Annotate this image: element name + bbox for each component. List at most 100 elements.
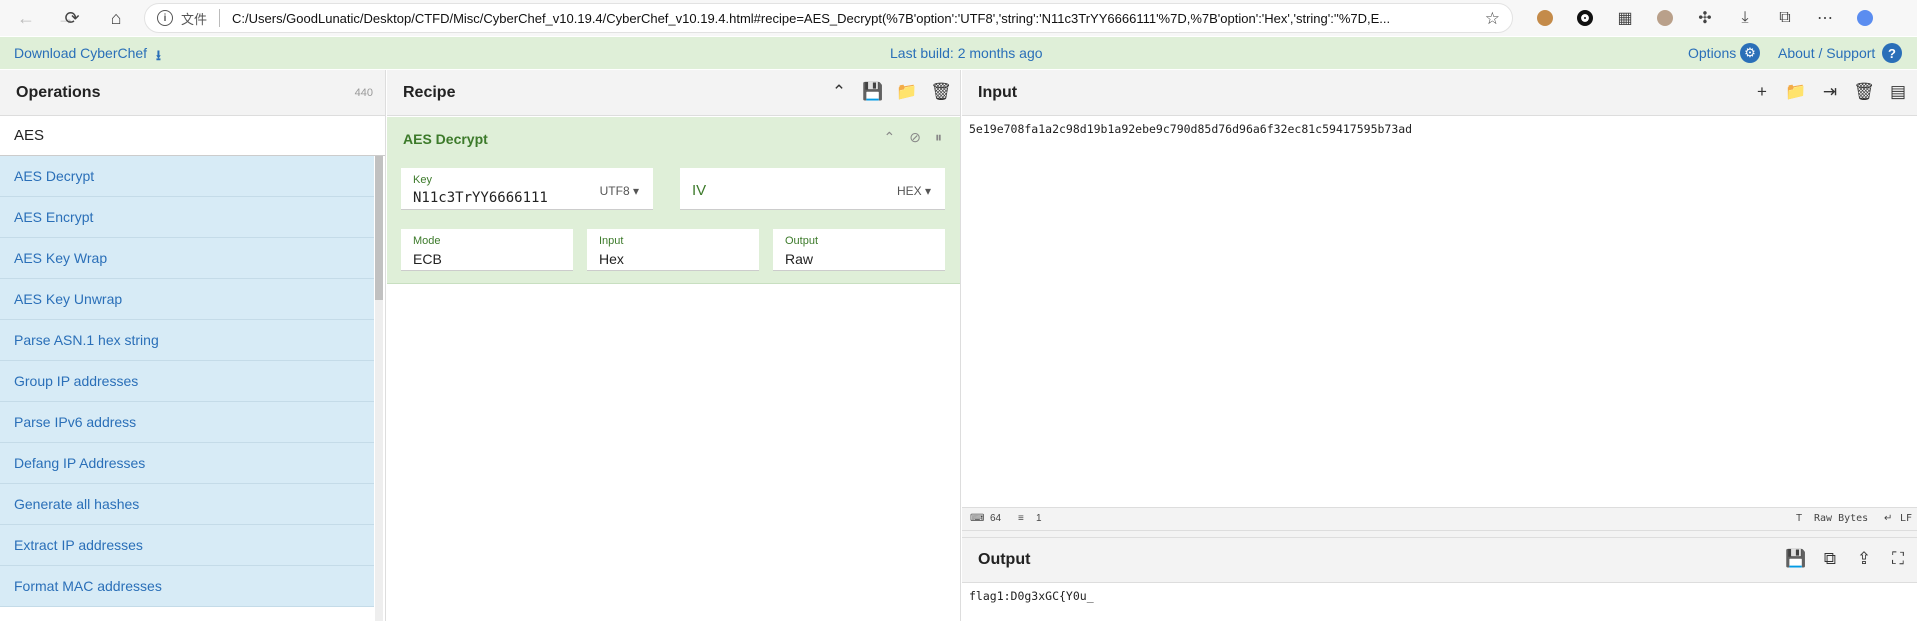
help-icon[interactable]: ? [1882,43,1902,63]
collections-icon[interactable]: ⧉ [1765,0,1805,36]
input-format-label: Input [599,235,624,247]
output-pane: Output 💾 ⧉ ⇪ ⛶ flag1:D0g3xGC{Y0u_ [962,537,1917,621]
about-support-link[interactable]: About / Support [1778,45,1875,61]
load-recipe-folder-icon[interactable]: 📁 [896,82,918,102]
add-tab-plus-icon[interactable]: + [1751,82,1773,102]
encoding-label[interactable]: Raw Bytes [1814,513,1868,524]
input-format-value[interactable]: Hex [599,251,624,267]
output-format-label: Output [785,235,819,247]
menu-more-icon[interactable]: ⋯ [1805,0,1845,36]
operations-count: 440 [354,87,373,99]
chevron-up-icon[interactable]: ⌃ [828,82,850,102]
input-status-bar: ⌨ 64 ≡ 1 T Raw Bytes ↵ LF [962,507,1917,531]
mode-label: Mode [413,235,441,247]
open-folder-icon[interactable]: 📁 [1785,82,1807,102]
circle-extension-icon[interactable] [1565,0,1605,36]
output-format-value[interactable]: Raw [785,251,813,267]
list-item[interactable]: Defang IP Addresses [0,443,374,484]
input-format-field[interactable]: Input Hex [587,229,759,271]
save-output-icon[interactable]: 💾 [1785,549,1807,569]
download-icon[interactable]: ⤓ [1725,0,1765,36]
home-button[interactable]: ⌂ [96,0,136,36]
output-header: Output [962,537,1917,583]
input-textarea[interactable]: 5e19e708fa1a2c98d19b1a92ebe9c790d85d76d9… [969,122,1412,136]
eol-icon[interactable]: ↵ [1884,513,1892,524]
iv-format-dropdown[interactable]: HEX ▾ [897,184,931,198]
cookie-extension-icon[interactable] [1525,0,1565,36]
download-arrow-icon[interactable]: ⭳ [156,45,161,69]
disable-operation-icon[interactable]: ⊘ [909,129,921,146]
copy-output-icon[interactable]: ⧉ [1819,549,1841,569]
recipe-toolbar: ⌃ 💾 📁 🗑 [828,82,952,102]
scheme-label: 文件 [181,11,208,27]
clear-recipe-trash-icon[interactable]: 🗑 [930,82,952,102]
open-file-icon[interactable]: ⇥ [1819,82,1841,102]
list-item[interactable]: Format MAC addresses [0,566,374,607]
extensions-bar: ▦ ✣ ⤓ ⧉ ⋯ [1525,0,1885,36]
url-text[interactable]: C:/Users/GoodLunatic/Desktop/CTFD/Misc/C… [232,11,1452,26]
operations-list: AES Decrypt AES Encrypt AES Key Wrap AES… [0,156,374,607]
favorite-star-icon[interactable]: ☆ [1485,9,1500,29]
back-button[interactable]: ← [6,0,46,36]
save-recipe-icon[interactable]: 💾 [862,82,884,102]
address-bar[interactable]: i 文件 C:/Users/GoodLunatic/Desktop/CTFD/M… [144,3,1513,33]
list-item[interactable]: Group IP addresses [0,361,374,402]
replace-input-icon[interactable]: ⇪ [1853,549,1875,569]
clear-input-trash-icon[interactable]: 🗑 [1853,82,1875,102]
output-title: Output [978,551,1031,568]
mode-field[interactable]: Mode ECB [401,229,573,271]
gear-icon[interactable]: ⚙ [1740,43,1760,63]
browser-toolbar: ← → ⟳ ⌂ i 文件 C:/Users/GoodLunatic/Deskto… [0,0,1917,36]
list-item[interactable]: Generate all hashes [0,484,374,525]
copilot-icon[interactable] [1845,0,1885,36]
info-icon[interactable]: i [157,10,173,26]
refresh-button[interactable]: ⟳ [52,0,92,36]
recipe-pane: Recipe ⌃ 💾 📁 🗑 AES Decrypt ⌃ ⊘ ⏸ Key N11… [387,70,961,621]
collapse-chevron-icon[interactable]: ⌃ [884,129,896,146]
eol-label[interactable]: LF [1900,513,1912,524]
list-item[interactable]: Parse IPv6 address [0,402,374,443]
operations-search-input[interactable]: AES [0,116,385,156]
operations-scrollbar-thumb[interactable] [375,156,383,300]
address-separator [219,9,221,27]
aes-decrypt-operation: AES Decrypt ⌃ ⊘ ⏸ Key N11c3TrYY6666111 U… [387,117,960,284]
last-build-text: Last build: 2 months ago [890,45,1043,61]
list-item[interactable]: Parse ASN.1 hex string [0,320,374,361]
input-title: Input [978,83,1018,101]
pause-breakpoint-icon[interactable]: ⏸ [935,129,942,146]
output-text[interactable]: flag1:D0g3xGC{Y0u_ [969,589,1094,603]
recipe-title: Recipe [403,83,456,101]
list-item[interactable]: AES Decrypt [0,156,374,197]
length-icon: ⌨ [970,513,985,524]
line-count: 1 [1036,513,1042,524]
key-field[interactable]: Key N11c3TrYY6666111 UTF8 ▾ [401,168,653,210]
operations-pane: Operations 440 AES AES Decrypt AES Encry… [0,70,386,621]
char-count: 64 [990,513,1002,524]
extensions-puzzle-icon[interactable]: ✣ [1685,0,1725,36]
list-item[interactable]: AES Key Unwrap [0,279,374,320]
key-format-dropdown[interactable]: UTF8 ▾ [600,184,639,198]
iv-field[interactable]: IV HEX ▾ [680,168,945,210]
key-value[interactable]: N11c3TrYY6666111 [413,190,548,206]
options-link[interactable]: Options [1688,45,1736,61]
maximise-output-icon[interactable]: ⛶ [1887,549,1909,569]
download-cyberchef-link[interactable]: Download CyberChef [14,45,147,61]
list-item[interactable]: AES Encrypt [0,197,374,238]
output-toolbar: 💾 ⧉ ⇪ ⛶ [1785,549,1909,569]
input-pane: Input + 📁 ⇥ 🗑 ▤ 5e19e708fa1a2c98d19b1a92… [962,70,1917,530]
cyberchef-banner: Download CyberChef ⭳ Last build: 2 month… [0,37,1917,69]
input-toolbar: + 📁 ⇥ 🗑 ▤ [1751,82,1909,102]
avatar-extension-icon[interactable] [1645,0,1685,36]
iv-placeholder: IV [692,182,707,199]
list-item[interactable]: Extract IP addresses [0,525,374,566]
reset-layout-icon[interactable]: ▤ [1887,82,1909,102]
output-format-field[interactable]: Output Raw [773,229,945,271]
operations-title: Operations [16,83,101,101]
lines-icon: ≡ [1018,513,1024,524]
encoding-icon[interactable]: T [1796,513,1802,524]
list-item[interactable]: AES Key Wrap [0,238,374,279]
key-label: Key [413,174,432,186]
store-extension-icon[interactable]: ▦ [1605,0,1645,36]
operation-controls: ⌃ ⊘ ⏸ [884,129,942,146]
mode-value[interactable]: ECB [413,251,442,267]
